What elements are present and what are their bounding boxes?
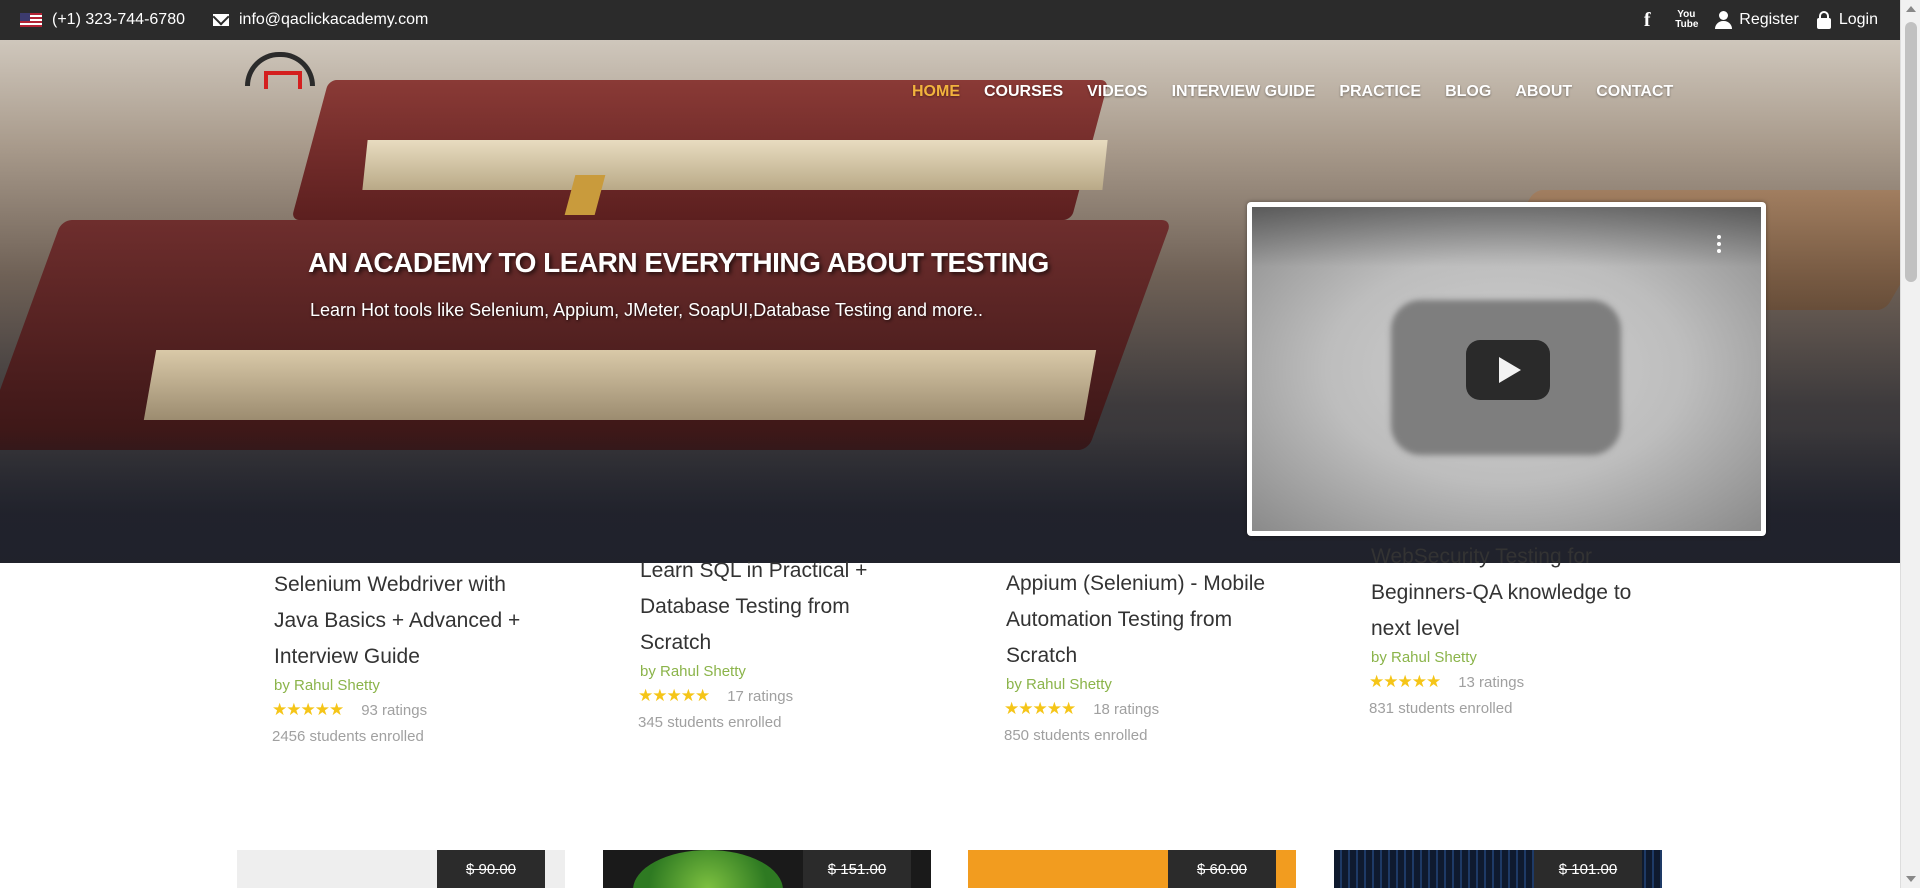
facebook-link[interactable]: f — [1637, 9, 1657, 32]
course-price: $ 151.00 — [803, 850, 911, 888]
top-bar-links: f You Tube Register Login — [1637, 0, 1878, 40]
course-title[interactable]: Learn SQL in Practical + Database Testin… — [640, 553, 920, 661]
scrollbar-thumb[interactable] — [1905, 22, 1917, 282]
mail-icon — [212, 14, 229, 26]
star-rating-icon: ★★★★★ — [272, 700, 344, 719]
students-enrolled: 831 students enrolled — [1369, 700, 1513, 717]
page-scrollbar[interactable] — [1900, 0, 1920, 888]
youtube-icon: You Tube — [1675, 9, 1699, 30]
nav-courses[interactable]: COURSES — [984, 83, 1063, 101]
email-address: info@qaclickacademy.com — [238, 11, 429, 28]
login-link[interactable]: Login — [1816, 11, 1878, 29]
top-bar: (+1) 323-744-6780 info@qaclickacademy.co… — [0, 0, 1900, 40]
register-link[interactable]: Register — [1715, 11, 1799, 29]
nav-home[interactable]: HOME — [912, 83, 960, 101]
course-title[interactable]: Selenium Webdriver with Java Basics + Ad… — [274, 567, 554, 675]
course-price: $ 101.00 — [1534, 850, 1642, 888]
course-card-4[interactable]: WebSecurity Testing for Beginners-QA kno… — [1369, 539, 1651, 717]
course-thumbnail-card-3[interactable]: $ 60.00 — [968, 850, 1296, 888]
nav-blog[interactable]: BLOG — [1445, 83, 1491, 101]
course-thumbnail-card-4[interactable]: $ 101.00 — [1334, 850, 1662, 888]
login-label: Login — [1838, 11, 1878, 28]
scroll-up-icon[interactable] — [1906, 6, 1916, 12]
nav-about[interactable]: ABOUT — [1515, 83, 1572, 101]
nav-interview-guide[interactable]: INTERVIEW GUIDE — [1172, 83, 1316, 101]
course-title[interactable]: WebSecurity Testing for Beginners-QA kno… — [1371, 539, 1651, 647]
course-thumbnail-card-1[interactable]: $ 90.00 — [237, 850, 565, 888]
course-author[interactable]: by Rahul Shetty — [1006, 676, 1286, 693]
video-embed[interactable] — [1247, 202, 1766, 536]
course-card-2[interactable]: Learn SQL in Practical + Database Testin… — [638, 553, 920, 731]
course-card-3[interactable]: Appium (Selenium) - Mobile Automation Te… — [1004, 566, 1286, 744]
course-card-1[interactable]: Selenium Webdriver with Java Basics + Ad… — [272, 567, 554, 745]
facebook-icon: f — [1643, 8, 1651, 31]
main-nav: HOME COURSES VIDEOS INTERVIEW GUIDE PRAC… — [912, 83, 1673, 101]
video-screen — [1252, 207, 1761, 531]
more-options-icon[interactable] — [1717, 235, 1721, 255]
course-author[interactable]: by Rahul Shetty — [1371, 649, 1651, 666]
hero-title: AN ACADEMY TO LEARN EVERYTHING ABOUT TES… — [308, 247, 1049, 278]
play-button-icon[interactable] — [1466, 340, 1550, 400]
course-title[interactable]: Appium (Selenium) - Mobile Automation Te… — [1006, 566, 1286, 674]
ratings-count: 17 ratings — [727, 687, 794, 705]
nav-contact[interactable]: CONTACT — [1596, 83, 1673, 101]
scroll-down-icon[interactable] — [1906, 876, 1916, 882]
register-label: Register — [1739, 11, 1799, 28]
course-thumbnail-card-2[interactable]: $ 151.00 — [603, 850, 931, 888]
ratings-count: 18 ratings — [1093, 700, 1160, 718]
us-flag-icon — [20, 13, 42, 27]
hero-subtitle: Learn Hot tools like Selenium, Appium, J… — [310, 300, 984, 320]
course-rating: ★★★★★ 18 ratings — [1004, 699, 1286, 719]
course-price: $ 60.00 — [1168, 850, 1276, 888]
course-rating: ★★★★★ 93 ratings — [272, 700, 554, 720]
contact-info: (+1) 323-744-6780 info@qaclickacademy.co… — [20, 0, 428, 40]
students-enrolled: 850 students enrolled — [1004, 727, 1148, 744]
course-author[interactable]: by Rahul Shetty — [274, 677, 554, 694]
star-rating-icon: ★★★★★ — [1004, 699, 1076, 718]
lock-icon — [1816, 11, 1831, 29]
youtube-link[interactable]: You Tube — [1675, 9, 1699, 30]
hero-book-top-pages — [362, 140, 1108, 190]
course-rating: ★★★★★ 13 ratings — [1369, 672, 1651, 692]
course-price: $ 90.00 — [437, 850, 545, 888]
students-enrolled: 345 students enrolled — [638, 714, 782, 731]
user-icon — [1715, 11, 1733, 29]
students-enrolled: 2456 students enrolled — [272, 728, 424, 745]
course-author[interactable]: by Rahul Shetty — [640, 663, 920, 680]
nav-videos[interactable]: VIDEOS — [1087, 83, 1147, 101]
hero-book-pages — [143, 350, 1097, 420]
star-rating-icon: ★★★★★ — [638, 686, 710, 705]
course-rating: ★★★★★ 17 ratings — [638, 686, 920, 706]
nav-practice[interactable]: PRACTICE — [1339, 83, 1421, 101]
ratings-count: 93 ratings — [361, 701, 428, 719]
ratings-count: 13 ratings — [1458, 673, 1525, 691]
star-rating-icon: ★★★★★ — [1369, 672, 1441, 691]
phone-number: (+1) 323-744-6780 — [52, 11, 185, 28]
